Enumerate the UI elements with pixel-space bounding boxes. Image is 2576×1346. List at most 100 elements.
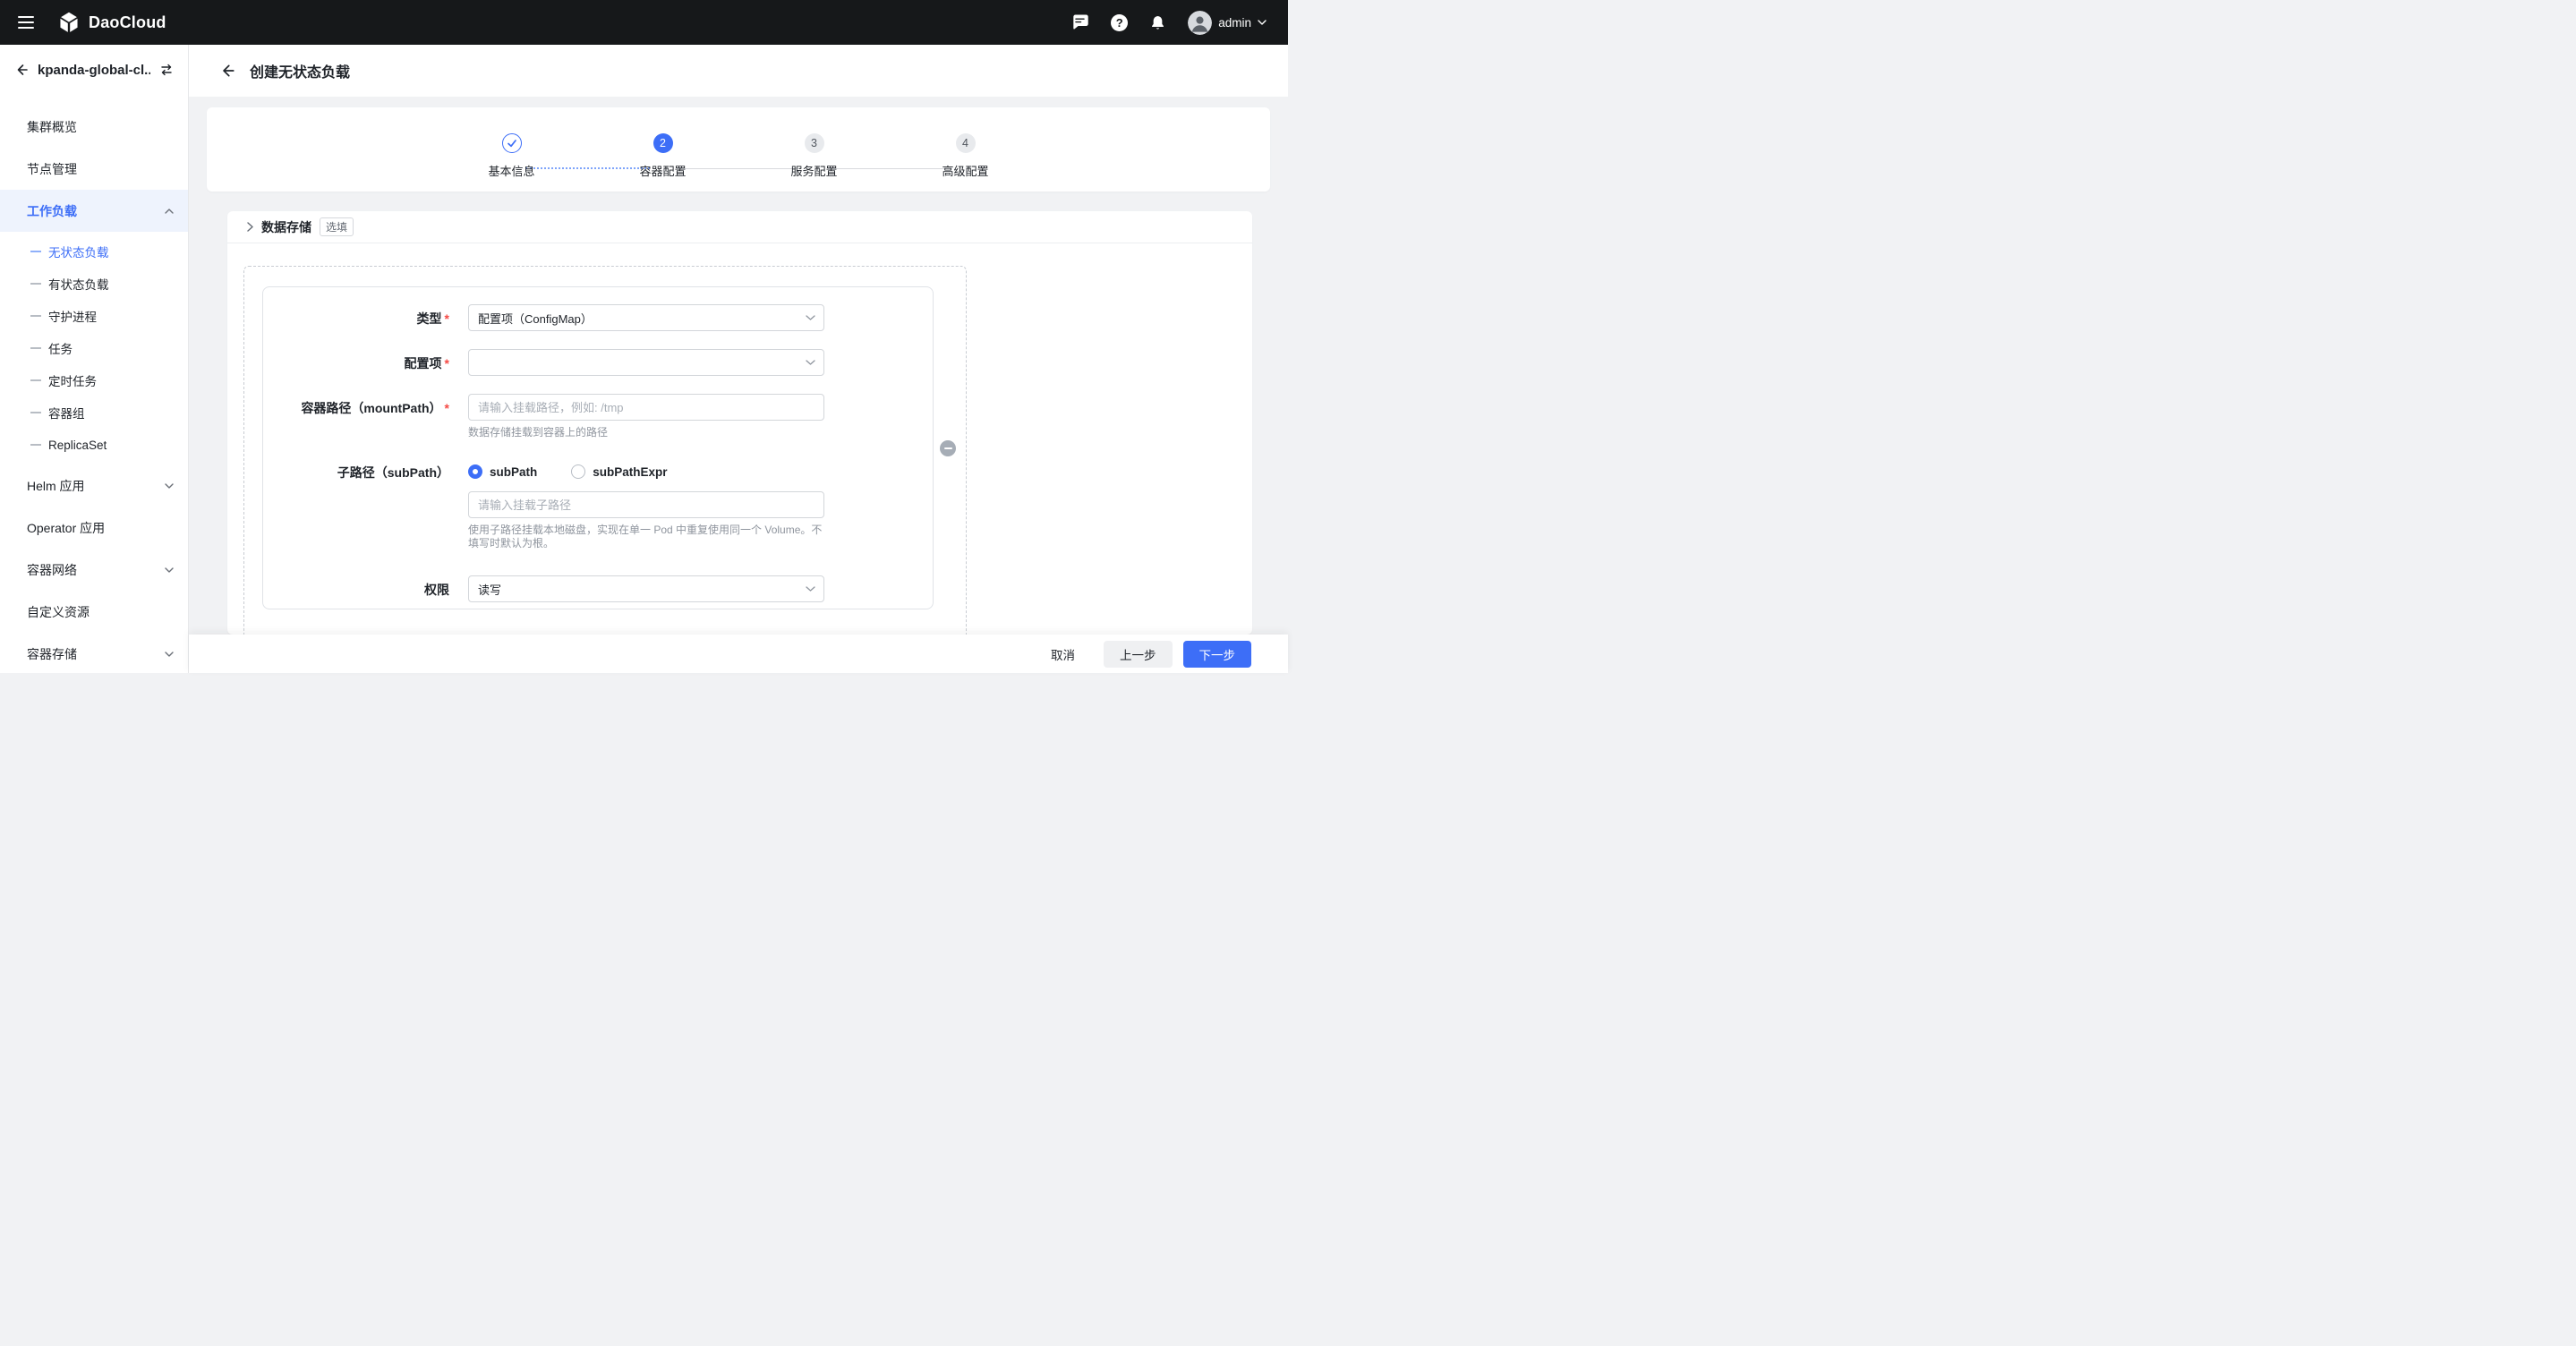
step-label: 服务配置 xyxy=(790,162,837,179)
field-label-mount-path: 容器路径（mountPath）* xyxy=(285,394,449,439)
dash-icon xyxy=(30,444,41,446)
dash-icon xyxy=(30,251,41,252)
topbar: DaoCloud ? admin xyxy=(0,0,1288,45)
footer-actions: 取消 上一步 下一步 xyxy=(189,635,1288,673)
field-label-sub-path: 子路径（subPath） xyxy=(285,463,449,550)
stepper: 基本信息 2 容器配置 3 服务配置 4 高级配置 xyxy=(207,107,1270,192)
sidebar-menu: 集群概览 节点管理 工作负载 无状态负载 有状态负载 守护进程 任务 定时任务 … xyxy=(0,106,188,673)
sub-path-input[interactable] xyxy=(468,491,824,518)
permission-select-value: 读写 xyxy=(478,581,501,598)
chevron-right-icon xyxy=(247,222,253,232)
message-icon[interactable] xyxy=(1070,13,1089,31)
step-label: 高级配置 xyxy=(942,162,988,179)
sidebar-item-workloads[interactable]: 工作负载 xyxy=(0,190,188,232)
sidebar-item-container-network[interactable]: 容器网络 xyxy=(0,549,188,591)
username: admin xyxy=(1218,16,1251,30)
sidebar-item-label: 有状态负载 xyxy=(48,275,109,293)
label-text: 类型 xyxy=(417,311,442,326)
sidebar-item-replicasets[interactable]: ReplicaSet xyxy=(0,429,188,461)
step-label: 容器配置 xyxy=(639,162,686,179)
label-text: 配置项 xyxy=(405,356,442,371)
sidebar-item-label: Helm 应用 xyxy=(27,477,85,495)
sidebar-item-label: 容器网络 xyxy=(27,561,77,579)
sidebar-item-cluster-overview[interactable]: 集群概览 xyxy=(0,106,188,148)
page-header: 创建无状态负载 xyxy=(189,45,1288,97)
radio-selected-icon xyxy=(468,464,482,479)
back-icon[interactable] xyxy=(14,63,29,77)
optional-badge: 选填 xyxy=(320,217,354,236)
step-basic-info[interactable]: 基本信息 xyxy=(502,133,522,153)
previous-step-button[interactable]: 上一步 xyxy=(1104,641,1173,668)
avatar xyxy=(1188,11,1212,35)
data-storage-panel: 数据存储 选填 类型* 配置项（ConfigMap） xyxy=(227,211,1252,635)
step-connector xyxy=(677,168,801,169)
chevron-up-icon xyxy=(165,209,174,214)
mount-path-help: 数据存储挂载到容器上的路径 xyxy=(468,426,824,439)
brand-name: DaoCloud xyxy=(89,13,166,32)
workloads-submenu: 无状态负载 有状态负载 守护进程 任务 定时任务 容器组 ReplicaSet xyxy=(0,232,188,461)
sidebar-item-label: 容器存储 xyxy=(27,645,77,663)
label-text: 权限 xyxy=(424,583,449,597)
remove-volume-button[interactable] xyxy=(940,440,956,456)
radio-subpath[interactable]: subPath xyxy=(468,464,537,479)
permission-select[interactable]: 读写 xyxy=(468,575,824,602)
sidebar-item-label: 无状态负载 xyxy=(48,243,109,260)
sidebar-item-stateless-workloads[interactable]: 无状态负载 xyxy=(0,235,188,268)
sidebar-item-label: 定时任务 xyxy=(48,371,97,389)
sidebar-item-label: 集群概览 xyxy=(27,118,77,136)
page-content: 基本信息 2 容器配置 3 服务配置 4 高级配置 xyxy=(189,97,1288,635)
sidebar-item-label: Operator 应用 xyxy=(27,519,105,537)
sidebar-item-container-storage[interactable]: 容器存储 xyxy=(0,633,188,673)
switch-cluster-icon[interactable] xyxy=(159,64,174,76)
panel-header[interactable]: 数据存储 选填 xyxy=(227,211,1252,243)
step-service-config[interactable]: 3 服务配置 xyxy=(805,133,824,153)
field-label-permission: 权限 xyxy=(285,575,449,602)
chevron-down-icon xyxy=(806,360,815,365)
sidebar-item-label: 自定义资源 xyxy=(27,603,90,621)
sidebar-item-stateful-workloads[interactable]: 有状态负载 xyxy=(0,268,188,300)
next-step-button[interactable]: 下一步 xyxy=(1183,641,1252,668)
mount-path-input[interactable] xyxy=(468,394,824,421)
label-text: 子路径（subPath） xyxy=(337,465,449,480)
step-connector xyxy=(525,167,650,169)
panel-title: 数据存储 xyxy=(261,218,311,236)
radio-subpathexpr[interactable]: subPathExpr xyxy=(571,464,667,479)
brand-logo[interactable]: DaoCloud xyxy=(57,11,166,34)
cluster-selector: kpanda-global-cl... xyxy=(0,45,188,95)
sidebar-item-node-management[interactable]: 节点管理 xyxy=(0,148,188,190)
config-item-select[interactable] xyxy=(468,349,824,376)
chevron-down-icon xyxy=(165,483,174,489)
sidebar-item-helm-apps[interactable]: Helm 应用 xyxy=(0,464,188,507)
help-icon[interactable]: ? xyxy=(1111,14,1128,31)
cluster-name: kpanda-global-cl... xyxy=(38,63,150,78)
page-title: 创建无状态负载 xyxy=(250,60,350,81)
back-icon[interactable] xyxy=(219,63,235,79)
required-asterisk: * xyxy=(445,401,449,415)
volume-entry-zone: 类型* 配置项（ConfigMap） xyxy=(243,266,967,635)
sub-path-help: 使用子路径挂载本地磁盘，实现在单一 Pod 中重复使用同一个 Volume。不填… xyxy=(468,524,824,550)
sidebar-item-pods[interactable]: 容器组 xyxy=(0,396,188,429)
sidebar-item-cronjobs[interactable]: 定时任务 xyxy=(0,364,188,396)
sidebar: kpanda-global-cl... 集群概览 节点管理 工作负载 无状态负载… xyxy=(0,45,189,673)
chevron-down-icon xyxy=(165,652,174,657)
cancel-button[interactable]: 取消 xyxy=(1038,641,1088,668)
step-container-config[interactable]: 2 容器配置 xyxy=(653,133,673,153)
step-number: 4 xyxy=(956,133,976,153)
bell-icon[interactable] xyxy=(1149,14,1166,31)
volume-form: 类型* 配置项（ConfigMap） xyxy=(262,286,934,609)
main-area: 创建无状态负载 基本信息 2 容器配置 xyxy=(189,45,1288,673)
hamburger-menu-icon[interactable] xyxy=(16,13,36,32)
sidebar-item-daemonsets[interactable]: 守护进程 xyxy=(0,300,188,332)
sidebar-item-label: 节点管理 xyxy=(27,160,77,178)
sidebar-item-operator-apps[interactable]: Operator 应用 xyxy=(0,507,188,549)
dash-icon xyxy=(30,347,41,349)
user-menu[interactable]: admin xyxy=(1188,11,1267,35)
sidebar-item-custom-resources[interactable]: 自定义资源 xyxy=(0,591,188,633)
radio-label: subPathExpr xyxy=(593,465,667,479)
type-select[interactable]: 配置项（ConfigMap） xyxy=(468,304,824,331)
minus-icon xyxy=(944,447,952,449)
sidebar-item-jobs[interactable]: 任务 xyxy=(0,332,188,364)
field-label-type: 类型* xyxy=(285,304,449,331)
step-advanced-config[interactable]: 4 高级配置 xyxy=(956,133,976,153)
sidebar-item-label: 守护进程 xyxy=(48,307,97,325)
